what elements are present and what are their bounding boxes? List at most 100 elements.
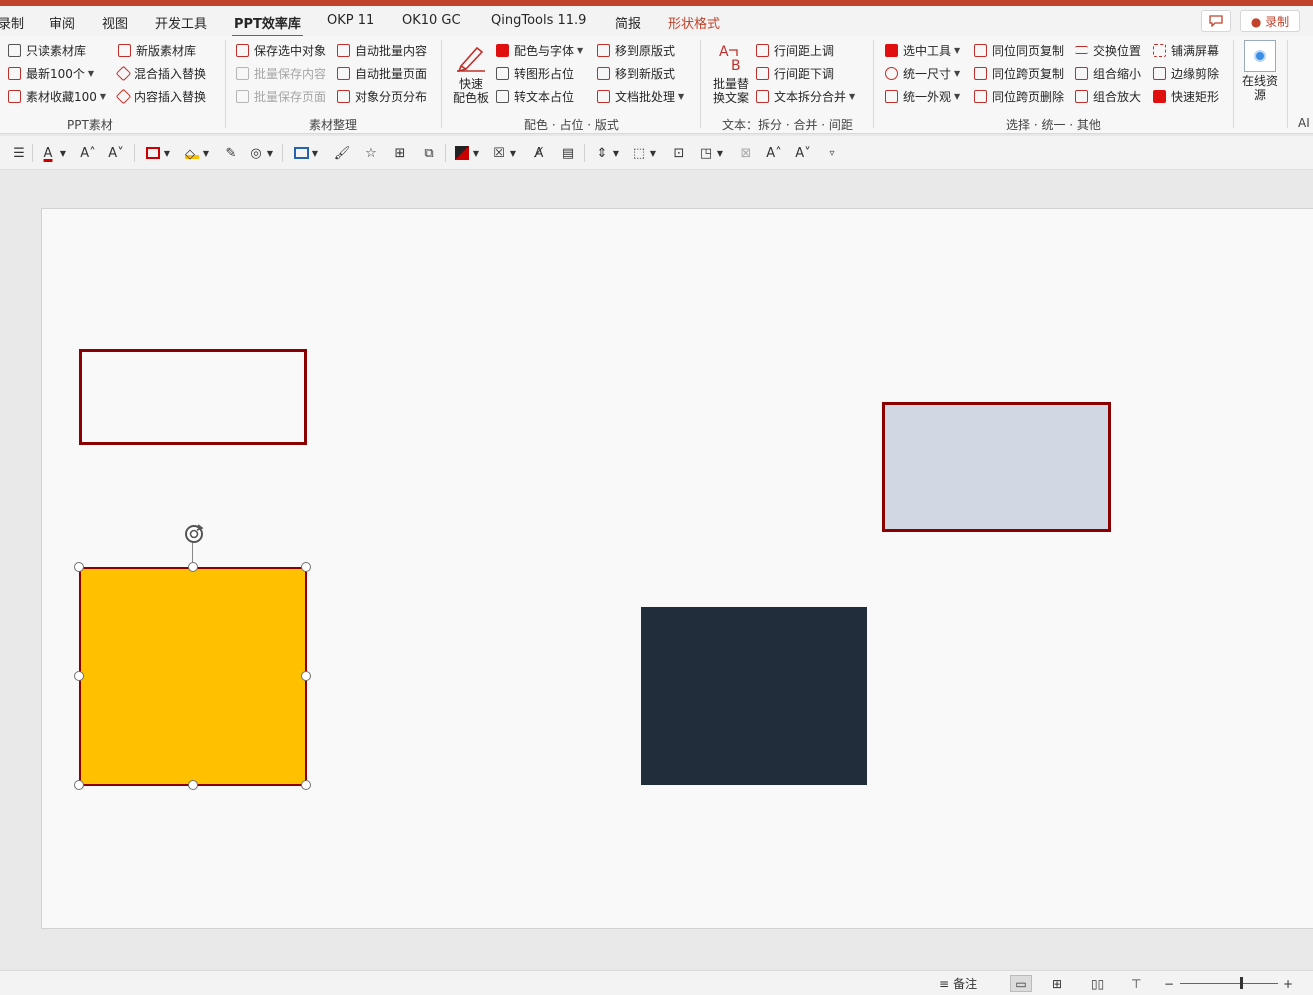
document-batch-button[interactable]: 文档批处理 ▼ [597,86,684,106]
select-tool-button[interactable]: 选中工具 ▼ [885,40,960,60]
chevron-down-icon[interactable]: ▼ [58,143,68,163]
chevron-down-icon[interactable]: ▼ [162,143,172,163]
edge-clip-button[interactable]: 边缘剪除 [1153,63,1219,83]
close-box-icon[interactable]: ⊠ [736,143,756,163]
move-original-layout-button[interactable]: 移到原版式 [597,40,675,60]
clear-format-icon[interactable]: A̸ [529,143,549,163]
crop-icon[interactable]: ⬚ [629,143,649,163]
chevron-down-icon[interactable]: ▼ [310,143,320,163]
auto-batch-page-button[interactable]: 自动批量页面 [337,63,427,83]
resize-handle-right[interactable] [301,671,311,681]
font-color-icon[interactable]: A [38,143,58,163]
record-button[interactable]: ● 录制 [1240,10,1300,32]
tab-ok10gc[interactable]: OK10 GC [402,13,461,28]
tab-brief[interactable]: 简报 [615,13,641,32]
tab-record[interactable]: 录制 [0,13,24,32]
latest-100-button[interactable]: 最新100个 ▼ [8,63,94,83]
resize-handle-top-left[interactable] [74,562,84,572]
to-shape-placeholder-button[interactable]: 转图形占位 [496,63,574,83]
light-blue-rectangle[interactable] [882,402,1111,532]
zoom-slider-thumb[interactable] [1239,977,1243,989]
zoom-slider[interactable] [1180,975,1278,992]
text-frame-icon[interactable]: ⊡ [669,143,689,163]
text-split-merge-button[interactable]: 文本拆分合并 ▼ [756,86,855,106]
to-text-placeholder-button[interactable]: 转文本占位 [496,86,574,106]
selected-yellow-square[interactable] [79,567,307,786]
resize-handle-top[interactable] [188,562,198,572]
quick-palette-button[interactable]: 快速 配色板 [450,42,492,105]
favorites-100-button[interactable]: 素材收藏100 ▼ [8,86,106,106]
line-spacing-up-button[interactable]: 行间距上调 [756,40,834,60]
color-font-button[interactable]: 配色与字体 ▼ [496,40,583,60]
navy-rectangle[interactable] [641,607,867,785]
reading-view-icon[interactable]: ▯▯ [1091,975,1104,992]
shape-style-icon[interactable] [291,143,311,163]
swap-position-button[interactable]: 交换位置 [1075,40,1141,60]
text-box-icon[interactable]: ▤ [558,143,578,163]
chevron-down-icon[interactable]: ▼ [265,143,275,163]
same-page-copy-button[interactable]: 同位同页复制 [974,40,1064,60]
font-grow-icon[interactable]: A˄ [78,143,98,163]
effects-icon[interactable]: ◎ [246,143,266,163]
outline-rectangle[interactable] [79,349,307,445]
group-enlarge-button[interactable]: 组合放大 [1075,86,1141,106]
fill-screen-button[interactable]: 铺满屏幕 [1153,40,1219,60]
chevron-down-icon[interactable]: ▼ [508,143,518,163]
unify-appearance-button[interactable]: 统一外观 ▼ [885,86,960,106]
quick-rectangle-button[interactable]: 快速矩形 [1153,86,1219,106]
color-swatch-icon[interactable] [452,143,472,163]
auto-batch-content-button[interactable]: 自动批量内容 [337,40,427,60]
fill-color-icon[interactable]: ◇ [182,143,202,163]
rotate-handle-icon[interactable] [183,523,205,545]
new-library-button[interactable]: 新版素材库 [118,40,196,60]
content-insert-replace-button[interactable]: 内容插入替换 [115,86,206,106]
save-selected-button[interactable]: 保存选中对象 [236,40,326,60]
zoom-out-button[interactable]: − [1164,975,1174,992]
tab-okp[interactable]: OKP 11 [327,13,374,28]
chevron-down-icon[interactable]: ▼ [648,143,658,163]
tab-ppt-efficiency[interactable]: PPT效率库 [232,13,303,38]
outline-color-icon[interactable] [143,143,163,163]
resize-handle-left[interactable] [74,671,84,681]
star-icon[interactable]: ☆ [361,143,381,163]
comment-button[interactable] [1201,10,1231,32]
mixed-insert-replace-button[interactable]: 混合插入替换 [115,63,206,83]
format-painter-icon[interactable]: ✎ [221,143,241,163]
customize-toolbar-icon[interactable]: ▿ [822,143,842,163]
chevron-down-icon[interactable]: ▼ [715,143,725,163]
zoom-in-button[interactable]: + [1283,975,1293,992]
remove-format-icon[interactable]: ☒ [489,143,509,163]
chevron-down-icon[interactable]: ▼ [611,143,621,163]
arrange-icon[interactable]: ⧉ [419,143,439,163]
line-spacing-down-button[interactable]: 行间距下调 [756,63,834,83]
chevron-down-icon[interactable]: ▼ [201,143,211,163]
online-resources-button[interactable]: 在线资 源 [1238,40,1282,102]
font-grow-small-icon[interactable]: A˄ [764,143,784,163]
notes-button[interactable]: ≡ 备注 [939,975,977,992]
resize-handle-bottom-left[interactable] [74,780,84,790]
line-spacing-icon[interactable]: ⇕ [592,143,612,163]
font-shrink-small-icon[interactable]: A˅ [793,143,813,163]
object-page-distribute-button[interactable]: 对象分页分布 [337,86,427,106]
tab-review[interactable]: 审阅 [49,13,75,32]
move-new-layout-button[interactable]: 移到新版式 [597,63,675,83]
batch-replace-text-button[interactable]: AB 批量替 换文案 [710,42,752,105]
brush-icon[interactable]: 🖌 [332,143,352,163]
cross-page-copy-button[interactable]: 同位跨页复制 [974,63,1064,83]
batch-save-page-button[interactable]: 批量保存页面 [236,86,326,106]
tab-shape-format[interactable]: 形状格式 [668,13,720,32]
readonly-library-button[interactable]: 只读素材库 [8,40,86,60]
align-shapes-icon[interactable]: ⊞ [390,143,410,163]
resize-handle-bottom[interactable] [188,780,198,790]
resize-handle-bottom-right[interactable] [301,780,311,790]
slide-canvas[interactable] [41,208,1313,929]
tab-qingtools[interactable]: QingTools 11.9 [491,13,586,28]
slide-sorter-icon[interactable]: ⊞ [1052,975,1062,992]
chevron-down-icon[interactable]: ▼ [471,143,481,163]
font-shrink-icon[interactable]: A˅ [106,143,126,163]
unify-size-button[interactable]: 统一尺寸 ▼ [885,63,960,83]
cross-page-delete-button[interactable]: 同位跨页删除 [974,86,1064,106]
align-icon[interactable]: ☰ [9,143,29,163]
slideshow-icon[interactable]: ⊤ [1131,975,1141,992]
resize-handle-top-right[interactable] [301,562,311,572]
